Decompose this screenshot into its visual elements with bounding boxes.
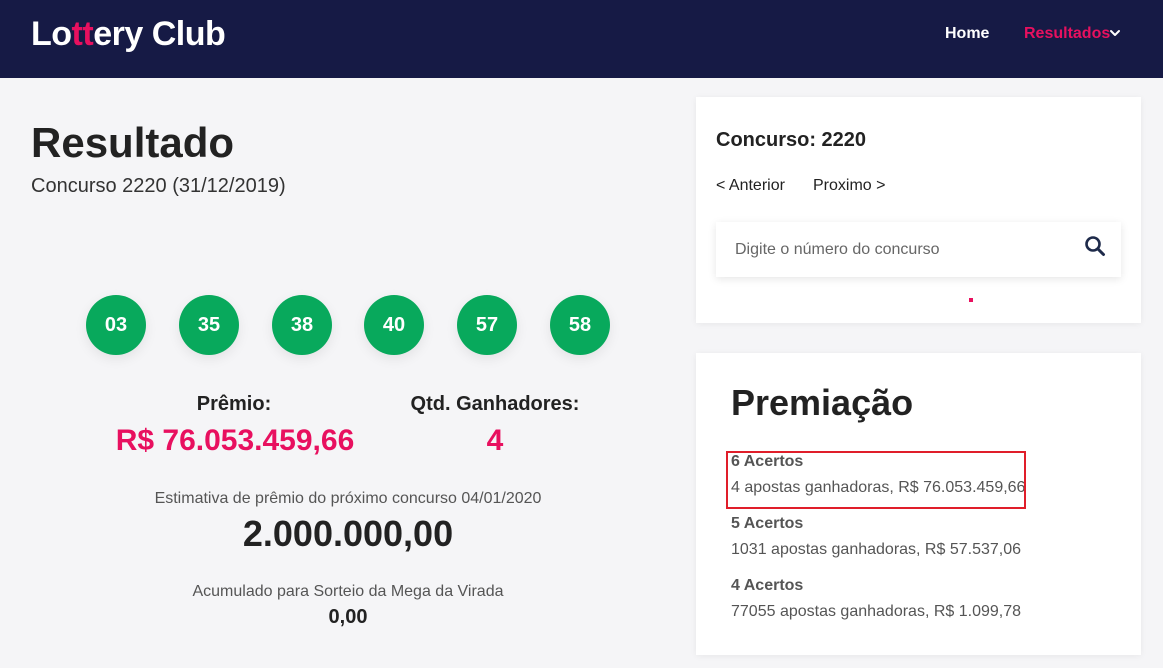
result-title: Resultado xyxy=(31,119,235,166)
logo-text-end: ery Club xyxy=(93,15,226,53)
contest-search-input[interactable] xyxy=(716,222,1076,277)
previous-contest-link[interactable]: < Anterior xyxy=(716,177,785,195)
next-contest-link[interactable]: Proximo > xyxy=(813,177,885,195)
number-ball: 58 xyxy=(550,295,610,355)
winners-value: 4 xyxy=(486,424,504,457)
top-navbar: Lottery Club Home Resultados xyxy=(0,0,1163,78)
nav-results-link[interactable]: Resultados xyxy=(1024,25,1110,43)
estimate-value: 2.000.000,00 xyxy=(242,513,454,554)
logo-text-accent: tt xyxy=(71,15,94,53)
winners-label: Qtd. Ganhadores: xyxy=(410,393,580,415)
number-ball: 03 xyxy=(86,295,146,355)
number-ball: 38 xyxy=(272,295,332,355)
number-ball: 40 xyxy=(364,295,424,355)
accumulated-label: Acumulado para Sorteio da Mega da Virada xyxy=(192,583,504,600)
prize-tier-name: 4 Acertos xyxy=(731,577,804,594)
drawn-numbers: 03 35 38 40 57 58 xyxy=(86,295,610,355)
result-subtitle: Concurso 2220 (31/12/2019) xyxy=(31,175,286,197)
highlight-box xyxy=(726,451,1026,509)
prize-label: Prêmio: xyxy=(196,393,272,415)
logo-text-start: Lo xyxy=(31,15,72,53)
prize-tier-name: 5 Acertos xyxy=(731,515,804,532)
search-icon[interactable] xyxy=(1084,235,1106,257)
accumulated-value: 0,00 xyxy=(328,606,368,628)
chevron-down-icon[interactable] xyxy=(1109,27,1121,39)
estimate-label: Estimativa de prêmio do próximo concurso… xyxy=(154,490,542,507)
loading-dot xyxy=(969,298,973,302)
contest-title: Concurso: 2220 xyxy=(716,129,867,151)
prize-tier-description: 1031 apostas ganhadoras, R$ 57.537,06 xyxy=(731,541,1022,558)
prize-tier-description: 77055 apostas ganhadoras, R$ 1.099,78 xyxy=(731,603,1022,620)
prize-value: R$ 76.053.459,66 xyxy=(115,424,355,457)
contest-search xyxy=(716,222,1121,277)
site-logo[interactable]: Lottery Club xyxy=(31,15,226,54)
prizes-title: Premiação xyxy=(731,382,914,423)
number-ball: 57 xyxy=(457,295,517,355)
number-ball: 35 xyxy=(179,295,239,355)
nav-home-link[interactable]: Home xyxy=(945,25,989,43)
